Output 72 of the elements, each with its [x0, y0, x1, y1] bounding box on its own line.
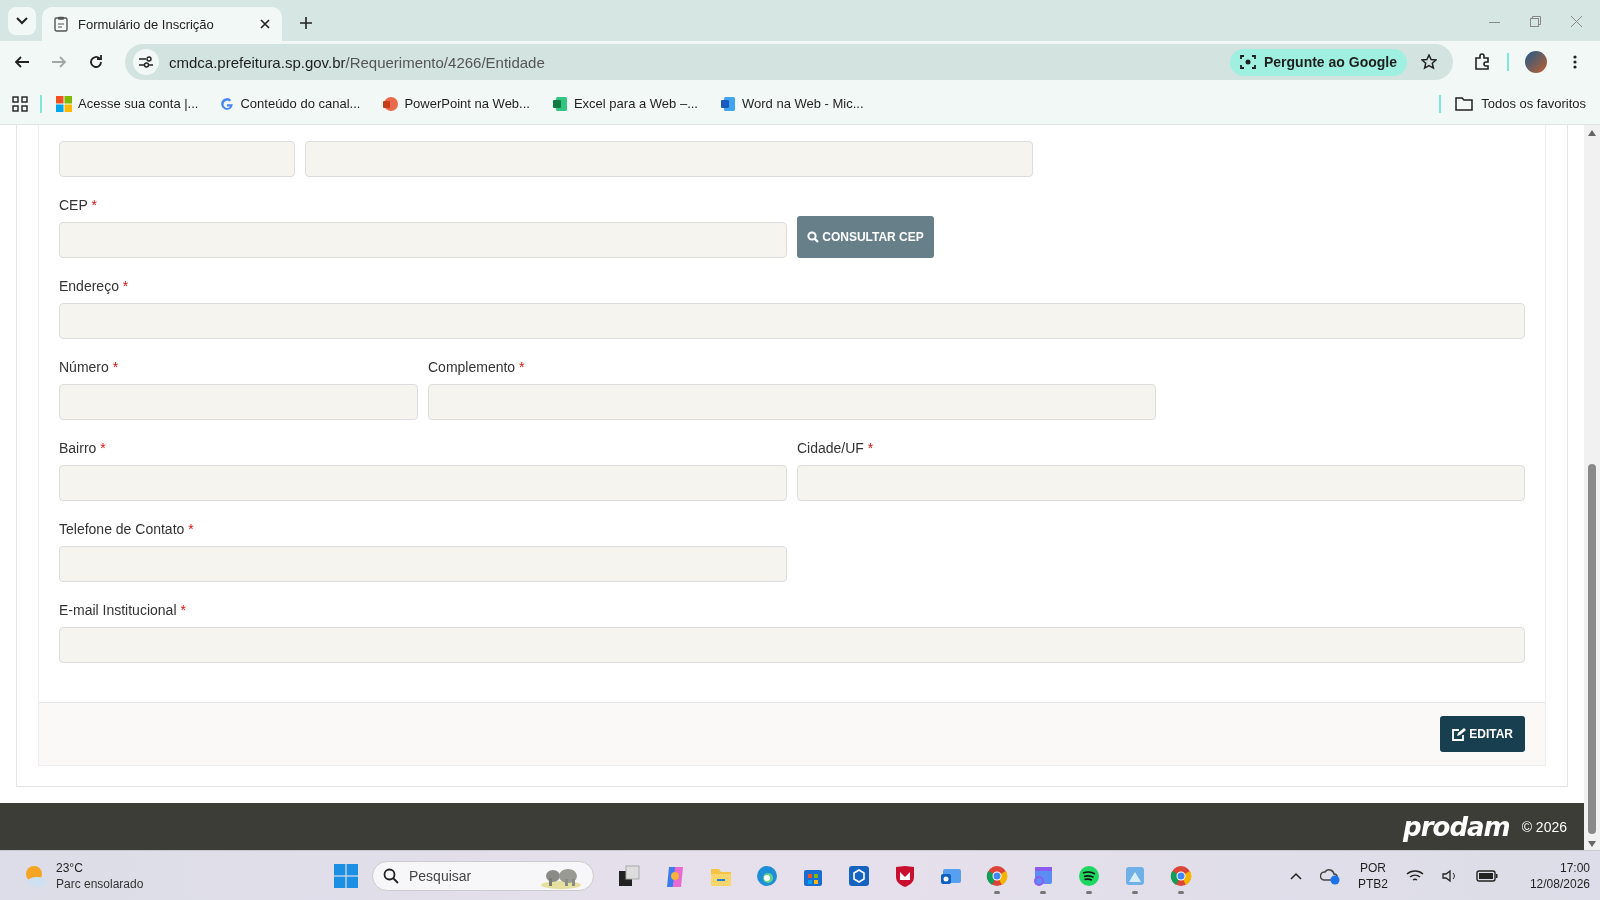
field-label: Cidade/UF * [797, 439, 875, 458]
windows-logo-icon [56, 95, 72, 112]
language-indicator[interactable]: POR PTB2 [1357, 859, 1388, 892]
browser-tab[interactable]: Formulário de Inscrição [42, 7, 282, 41]
cloud-icon[interactable] [1319, 866, 1340, 885]
temperature-text: 23°C [56, 860, 84, 875]
clock[interactable]: 17:00 12/08/2026 [1529, 859, 1590, 892]
volume-icon[interactable] [1441, 868, 1458, 883]
profile-avatar[interactable] [1525, 51, 1547, 73]
bookmark-item[interactable]: PowerPoint na Web... [382, 95, 530, 112]
close-icon[interactable] [260, 19, 270, 29]
ask-google-button[interactable]: Pergunte ao Google [1230, 48, 1407, 76]
field-label: Número * [59, 358, 120, 377]
folder-icon [1455, 96, 1474, 111]
input-field[interactable] [59, 627, 1525, 663]
field-label: Endereço * [59, 277, 130, 296]
battery-icon[interactable] [1475, 869, 1498, 882]
input-field[interactable] [59, 546, 787, 582]
search-icon [807, 231, 820, 243]
field-label: CEP * [59, 196, 98, 215]
input-field[interactable] [797, 465, 1525, 501]
menu-icon[interactable] [1573, 55, 1577, 69]
site-info-icon[interactable] [133, 49, 159, 75]
address-bar[interactable]: cmdca.prefeitura.sp.gov.br/Requerimento/4266/Entidade Pergunte ao Google [125, 44, 1453, 80]
excel-icon [551, 95, 568, 112]
restore-icon[interactable] [1530, 16, 1541, 27]
chevron-up-icon[interactable] [1289, 871, 1302, 880]
input-field[interactable] [59, 141, 295, 177]
new-tab-icon[interactable] [300, 17, 312, 29]
scroll-up-icon[interactable] [1587, 129, 1597, 137]
input-field[interactable] [305, 141, 1033, 177]
extensions-icon[interactable] [1473, 53, 1491, 71]
edit-button[interactable]: EDITAR [1440, 716, 1525, 752]
bookmark-item[interactable]: Word na Web - Mic... [720, 95, 864, 112]
apps-grid-icon[interactable] [12, 95, 28, 112]
caret-icon [16, 17, 28, 25]
bookmark-item[interactable]: Conteúdo do canal... [220, 96, 361, 111]
wifi-icon[interactable] [1405, 868, 1424, 883]
input-field[interactable] [59, 384, 418, 420]
footer-logo: prodam [1403, 811, 1510, 842]
word-icon [720, 95, 736, 112]
input-field[interactable] [59, 303, 1525, 339]
copyright-text: © 2026 [1521, 818, 1567, 835]
start-icon[interactable] [334, 863, 358, 888]
reload-icon[interactable] [88, 54, 104, 70]
search-cep-button[interactable]: CONSULTAR CEP [797, 216, 934, 258]
back-icon[interactable] [14, 54, 30, 70]
minimize-icon[interactable] [1489, 22, 1500, 24]
field-label: Complemento * [428, 358, 526, 377]
input-field[interactable] [59, 465, 787, 501]
lens-icon [1240, 54, 1256, 70]
edit-icon [1452, 727, 1467, 741]
input-field[interactable] [428, 384, 1156, 420]
clipboard-icon [54, 16, 68, 32]
input-field[interactable] [59, 222, 787, 258]
url-text: cmdca.prefeitura.sp.gov.br/Requerimento/4266/Entidade [169, 53, 545, 71]
scrollbar-thumb[interactable] [1588, 464, 1596, 834]
field-label: Bairro * [59, 439, 107, 458]
bookmark-item[interactable]: Excel para a Web –... [551, 95, 698, 112]
powerpoint-icon [382, 95, 399, 112]
scroll-down-icon[interactable] [1587, 840, 1597, 848]
search-icon [383, 867, 399, 884]
field-label: E-mail Institucional * [59, 601, 187, 620]
google-icon [220, 96, 235, 111]
taskbar-search-field[interactable]: Pesquisar [372, 860, 594, 891]
tab-list-button[interactable] [8, 7, 36, 35]
bookmark-item[interactable]: Acesse sua conta |... [56, 95, 199, 112]
close-window-icon[interactable] [1571, 16, 1582, 27]
field-label: Telefone de Contato * [59, 520, 195, 539]
weather-condition: Parc ensolarado [56, 876, 144, 891]
all-bookmarks-button[interactable]: Todos os favoritos [1455, 96, 1586, 111]
bookmark-star-icon[interactable] [1421, 54, 1437, 70]
